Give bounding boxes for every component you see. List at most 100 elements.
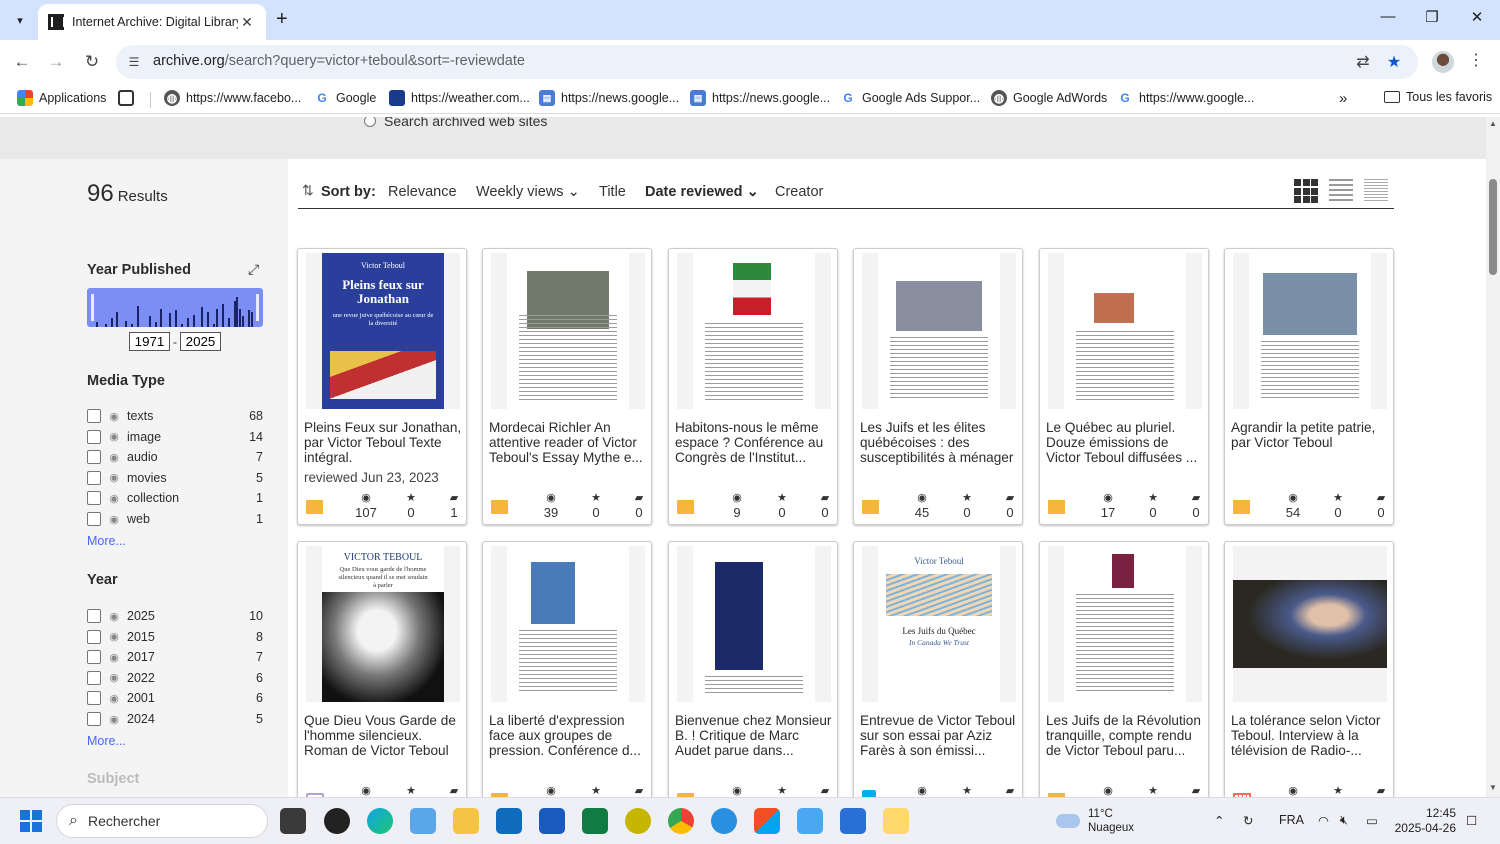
- media-type-facet-row[interactable]: ◉ audio 7: [87, 447, 263, 467]
- card-thumbnail[interactable]: [677, 253, 831, 409]
- bookmark-google-adwords[interactable]: ◍ Google AdWords: [991, 90, 1107, 106]
- result-card[interactable]: Victor Teboul Pleins feux sur Jonathan une…: [297, 248, 467, 525]
- url-text[interactable]: archive.org/search?query=victor+teboul&s…: [153, 53, 525, 69]
- bookmark-facebook[interactable]: ◍ https://www.facebo...: [164, 90, 301, 106]
- eye-icon[interactable]: ◉: [107, 430, 121, 443]
- expand-icon[interactable]: ⤢: [248, 261, 259, 278]
- search-web-option[interactable]: Search archived web sites: [364, 117, 547, 129]
- eye-icon[interactable]: ◉: [107, 471, 121, 484]
- eye-icon[interactable]: ◉: [107, 410, 121, 423]
- media-type-facet-row[interactable]: ◉ web 1: [87, 509, 263, 529]
- checkbox[interactable]: [87, 712, 101, 726]
- list-view-icon[interactable]: [1329, 179, 1353, 203]
- eye-icon[interactable]: ◉: [107, 451, 121, 464]
- card-thumbnail[interactable]: [1233, 253, 1387, 409]
- bookmark-applications[interactable]: Applications: [17, 90, 106, 106]
- page-scrollbar[interactable]: ▲ ▼: [1486, 117, 1500, 797]
- weather-widget[interactable]: 11°C Nuageux: [1056, 807, 1134, 835]
- bookmark-google[interactable]: G Google: [314, 90, 376, 106]
- scrollbar-thumb[interactable]: [1489, 179, 1497, 275]
- card-thumbnail[interactable]: VICTOR TEBOUL Que Dieu vous garde de l'ho…: [306, 546, 460, 702]
- myhp-icon[interactable]: [797, 808, 823, 834]
- app-note-icon[interactable]: [883, 808, 909, 834]
- card-title[interactable]: Agrandir la petite patrie, par Victor Te…: [1231, 420, 1391, 450]
- year-more-link[interactable]: More...: [87, 734, 126, 748]
- outlook-icon[interactable]: [496, 808, 522, 834]
- edge-icon[interactable]: [367, 808, 393, 834]
- help-icon[interactable]: [711, 808, 737, 834]
- language-indicator[interactable]: FRA: [1279, 813, 1304, 827]
- checkbox[interactable]: [87, 491, 101, 506]
- year-facet-row[interactable]: ◉ 2001 6: [87, 688, 263, 708]
- card-title[interactable]: Mordecai Richler An attentive reader of …: [489, 420, 649, 465]
- sort-title[interactable]: Title: [599, 184, 626, 200]
- card-title[interactable]: La liberté d'expression face aux groupes…: [489, 713, 649, 758]
- card-thumbnail[interactable]: [1048, 546, 1202, 702]
- checkbox[interactable]: [87, 409, 101, 423]
- card-thumbnail[interactable]: [491, 253, 645, 409]
- all-bookmarks-folder[interactable]: Tous les favoris: [1384, 90, 1492, 104]
- card-title[interactable]: Les Juifs de la Révolution tranquille, c…: [1046, 713, 1206, 758]
- sort-date-reviewed[interactable]: Date reviewed ⌄: [645, 184, 759, 200]
- year-from-input[interactable]: [129, 332, 170, 351]
- bookmark-google-www[interactable]: G https://www.google...: [1117, 90, 1254, 106]
- year-to-input[interactable]: [180, 332, 221, 351]
- chrome-menu-icon[interactable]: ⋮: [1468, 50, 1484, 70]
- result-card[interactable]: VICTOR TEBOUL Que Dieu vous garde de l'ho…: [297, 541, 467, 797]
- speaker-muted-icon[interactable]: 🔇︎: [1340, 813, 1348, 828]
- sync-icon[interactable]: ↻: [1243, 813, 1253, 828]
- photos-icon[interactable]: [410, 808, 436, 834]
- result-card[interactable]: Victor Teboul Les Juifs du Québec In Canad…: [853, 541, 1023, 797]
- result-card[interactable]: La tolérance selon Victor Teboul. Interv…: [1224, 541, 1394, 797]
- eye-icon[interactable]: ◉: [107, 651, 121, 664]
- back-arrow-icon[interactable]: ←: [10, 50, 34, 74]
- checkbox[interactable]: [87, 470, 101, 485]
- card-thumbnail[interactable]: Victor Teboul Les Juifs du Québec In Canad…: [862, 546, 1016, 702]
- card-thumbnail[interactable]: [862, 253, 1016, 409]
- eye-icon[interactable]: ◉: [107, 492, 121, 505]
- checkbox[interactable]: [87, 429, 101, 444]
- media-type-facet-row[interactable]: ◉ movies 5: [87, 468, 263, 488]
- card-thumbnail[interactable]: [677, 546, 831, 702]
- bookmark-weather[interactable]: https://weather.com...: [389, 90, 530, 106]
- minimize-icon[interactable]: —: [1373, 8, 1403, 25]
- card-title[interactable]: Que Dieu Vous Garde de l'homme silencieu…: [304, 713, 464, 758]
- sort-direction-icon[interactable]: ⇅: [302, 182, 314, 199]
- app-globe-icon[interactable]: [625, 808, 651, 834]
- address-bar[interactable]: ☰ archive.org/search?query=victor+teboul…: [116, 45, 1418, 79]
- result-card[interactable]: La liberté d'expression face aux groupes…: [482, 541, 652, 797]
- year-facet-row[interactable]: ◉ 2024 5: [87, 709, 263, 729]
- excel-icon[interactable]: [582, 808, 608, 834]
- wifi-icon[interactable]: ◠: [1318, 813, 1329, 828]
- taskbar-search[interactable]: ⌕ Rechercher: [56, 804, 268, 838]
- card-thumbnail[interactable]: [1233, 546, 1387, 702]
- eye-icon[interactable]: ◉: [107, 692, 121, 705]
- checkbox[interactable]: [87, 609, 101, 623]
- checkbox[interactable]: [87, 670, 101, 685]
- card-title[interactable]: La tolérance selon Victor Teboul. Interv…: [1231, 713, 1391, 758]
- sort-creator[interactable]: Creator: [775, 184, 823, 200]
- site-info-icon[interactable]: ☰: [124, 52, 144, 72]
- active-tab[interactable]: Internet Archive: Digital Library ✕: [38, 4, 266, 40]
- bookmark-news-2[interactable]: ▤ https://news.google...: [690, 90, 830, 106]
- taskbar-clock[interactable]: 12:45 2025-04-26: [1392, 806, 1456, 836]
- checkbox[interactable]: [87, 450, 101, 465]
- windows-start-icon[interactable]: [20, 810, 42, 832]
- year-facet-row[interactable]: ◉ 2017 7: [87, 647, 263, 667]
- notifications-icon[interactable]: ☐: [1466, 813, 1477, 828]
- tile-view-icon[interactable]: [1294, 179, 1318, 203]
- result-card[interactable]: Bienvenue chez Monsieur B. ! Critique de…: [668, 541, 838, 797]
- checkbox[interactable]: [87, 650, 101, 665]
- compact-list-view-icon[interactable]: [1364, 179, 1388, 203]
- tab-close-icon[interactable]: ✕: [238, 14, 256, 31]
- sort-relevance[interactable]: Relevance: [388, 184, 457, 200]
- media-type-facet-row[interactable]: ◉ texts 68: [87, 406, 263, 426]
- card-thumbnail[interactable]: [1048, 253, 1202, 409]
- restore-icon[interactable]: ❐: [1417, 8, 1447, 26]
- card-title[interactable]: Pleins Feux sur Jonathan, par Victor Teb…: [304, 420, 464, 465]
- tray-chevron-up-icon[interactable]: ⌃: [1214, 813, 1224, 828]
- store-icon[interactable]: [754, 808, 780, 834]
- media-type-facet-row[interactable]: ◉ image 14: [87, 427, 263, 447]
- task-view-icon[interactable]: [280, 808, 306, 834]
- bookmark-news-1[interactable]: ▤ https://news.google...: [539, 90, 679, 106]
